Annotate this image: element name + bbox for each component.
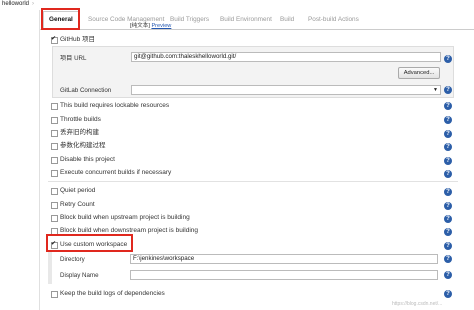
help-icon[interactable]: ?	[444, 55, 452, 63]
keep-logs-label: Keep the build logs of dependencies	[60, 290, 165, 297]
dropdown-arrow-icon: ▼	[433, 87, 438, 93]
breadcrumb-project[interactable]: helloworld	[2, 1, 29, 7]
github-project-row: GitHub 项目	[52, 35, 95, 45]
help-icon[interactable]: ?	[444, 157, 452, 165]
help-icon[interactable]: ?	[444, 290, 452, 298]
help-icon[interactable]: ?	[444, 143, 452, 151]
config-tab-bar: General Source Code Management Build Tri…	[40, 9, 474, 30]
github-project-label: GitHub 项目	[60, 36, 96, 43]
option-row: 参数化构建过程	[52, 141, 106, 151]
description-preview-row: [纯文本] Preview	[130, 22, 171, 32]
general-tab-highlight	[41, 8, 80, 30]
help-icon[interactable]: ?	[444, 242, 452, 250]
directory-input[interactable]: F:\jenkines\workspace	[130, 254, 438, 264]
display-name-input[interactable]	[130, 270, 438, 280]
keep-logs-row: Keep the build logs of dependencies	[52, 289, 165, 299]
option-label: Throttle builds	[60, 116, 101, 123]
description-format: [纯文本]	[130, 23, 150, 29]
breadcrumb[interactable]: helloworld ›	[0, 0, 42, 10]
help-icon[interactable]: ?	[444, 130, 452, 138]
option-row: This build requires lockable resources	[52, 101, 169, 111]
option-row: Quiet period	[52, 186, 95, 196]
directory-label: Directory	[60, 256, 85, 263]
project-url-label: 项目 URL	[60, 55, 87, 62]
help-icon[interactable]: ?	[444, 215, 452, 223]
help-icon[interactable]: ?	[444, 116, 452, 124]
help-icon[interactable]: ?	[444, 228, 452, 236]
help-icon[interactable]: ?	[444, 271, 452, 279]
github-project-panel: 项目 URL git@github.com:thaleskhelloworld.…	[52, 46, 454, 98]
option-row: Execute concurrent builds if necessary	[52, 168, 171, 178]
option-label: Block build when upstream project is bui…	[60, 214, 190, 221]
option-row: Disable this project	[52, 155, 115, 165]
option-label: Quiet period	[60, 187, 96, 194]
tab-build-environment[interactable]: Build Environment	[220, 13, 272, 29]
gitlab-connection-label: GitLab Connection	[60, 87, 112, 94]
project-url-input[interactable]: git@github.com:thaleskhelloworld.git/	[131, 52, 441, 62]
help-icon[interactable]: ?	[444, 255, 452, 263]
help-icon[interactable]: ?	[444, 102, 452, 110]
option-row: Throttle builds	[52, 115, 101, 125]
option-label: Retry Count	[60, 201, 95, 208]
tab-build-triggers[interactable]: Build Triggers	[170, 13, 209, 29]
option-row: 丢弃旧的构建	[52, 128, 99, 138]
help-icon[interactable]: ?	[444, 188, 452, 196]
help-icon[interactable]: ?	[444, 202, 452, 210]
preview-link[interactable]: Preview	[151, 23, 171, 29]
option-row: Retry Count	[52, 200, 95, 210]
section-divider	[48, 181, 458, 182]
sidebar-divider	[39, 10, 40, 310]
option-row: Block build when upstream project is bui…	[52, 213, 190, 223]
option-label: Execute concurrent builds if necessary	[60, 169, 172, 176]
option-label: Block build when downstream project is b…	[60, 227, 199, 234]
option-label: Disable this project	[60, 156, 115, 163]
advanced-button[interactable]: Advanced...	[398, 67, 440, 79]
watermark: https://blog.csdn.net/...	[392, 301, 443, 307]
option-label: This build requires lockable resources	[60, 102, 170, 109]
tab-post-build-actions[interactable]: Post-build Actions	[308, 13, 359, 29]
option-label: 丢弃旧的构建	[60, 129, 99, 136]
workspace-indent-bar	[48, 252, 52, 284]
chevron-right-icon: ›	[32, 1, 35, 7]
custom-workspace-highlight	[46, 234, 133, 252]
option-label: 参数化构建过程	[60, 142, 106, 149]
help-icon[interactable]: ?	[444, 170, 452, 178]
display-name-label: Display Name	[60, 272, 99, 279]
help-icon[interactable]: ?	[444, 86, 452, 94]
tab-build[interactable]: Build	[280, 13, 294, 29]
gitlab-connection-select[interactable]: ▼	[131, 85, 441, 95]
